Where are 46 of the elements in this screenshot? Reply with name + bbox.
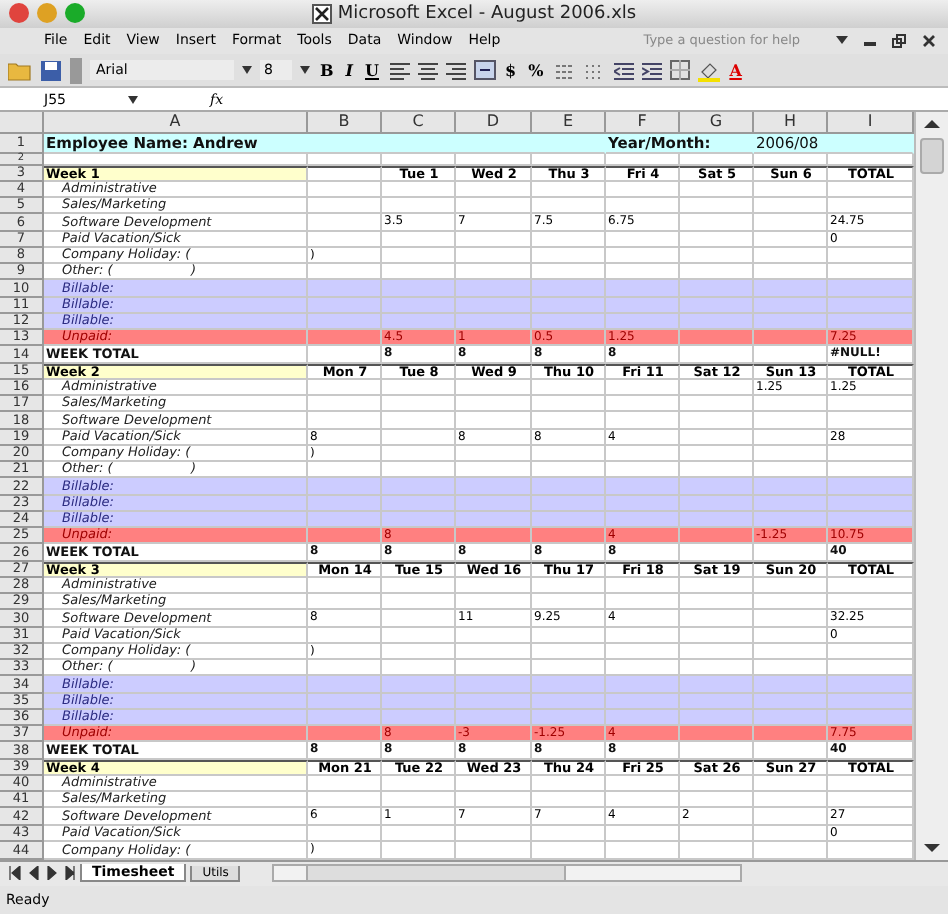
dropdown-icon[interactable] [300, 66, 310, 75]
close-icon[interactable] [922, 33, 936, 48]
scrollbar-thumb[interactable] [920, 138, 944, 174]
dropdown-icon[interactable] [836, 34, 848, 47]
dropdown-icon[interactable] [242, 66, 252, 75]
column-header[interactable]: D [456, 112, 532, 134]
vertical-scrollbar[interactable] [914, 112, 948, 860]
decimal-increase-icon[interactable] [553, 61, 576, 80]
align-center-icon[interactable] [417, 61, 437, 80]
outdent-icon[interactable] [613, 61, 634, 80]
column-header[interactable]: B [308, 112, 382, 134]
format-button[interactable]: $ [503, 60, 519, 81]
select-all-button[interactable] [0, 112, 44, 134]
app-icon [311, 3, 332, 24]
column-header[interactable]: E [532, 112, 606, 134]
column-header[interactable]: A [44, 112, 308, 134]
tab-navigation-icon[interactable] [8, 866, 76, 881]
font-color-button[interactable]: A [727, 60, 744, 81]
borders-icon[interactable] [669, 60, 690, 81]
save-icon[interactable] [40, 59, 62, 82]
format-button[interactable]: % [526, 60, 546, 81]
maximize-icon[interactable] [64, 2, 86, 25]
decimal-decrease-icon[interactable] [583, 61, 606, 80]
align-left-icon[interactable] [389, 61, 409, 80]
folder-icon[interactable] [8, 59, 32, 82]
window-title: Microsoft Excel - August 2006.xls [337, 3, 637, 24]
indent-icon[interactable] [641, 61, 662, 80]
restore-icon[interactable] [892, 33, 906, 48]
scroll-up-icon[interactable] [924, 118, 940, 130]
column-header[interactable]: F [606, 112, 680, 134]
format-button[interactable]: I [343, 60, 356, 81]
column-header[interactable]: G [680, 112, 754, 134]
column-header[interactable]: H [754, 112, 828, 134]
format-button[interactable]: B [318, 60, 336, 81]
horizontal-scrollbar[interactable] [272, 864, 743, 883]
dropdown-icon[interactable] [128, 95, 138, 104]
column-header[interactable]: C [382, 112, 456, 134]
merge-icon[interactable] [473, 60, 495, 81]
scrollbar-thumb[interactable] [306, 864, 567, 883]
fill-color-icon[interactable] [697, 59, 720, 82]
column-header[interactable]: I [828, 112, 914, 134]
table-cell[interactable] [308, 166, 382, 182]
format-button[interactable]: U [363, 60, 381, 81]
align-right-icon[interactable] [445, 61, 465, 80]
toolbar-grip-icon[interactable] [70, 57, 82, 84]
scroll-down-icon[interactable] [924, 842, 940, 854]
